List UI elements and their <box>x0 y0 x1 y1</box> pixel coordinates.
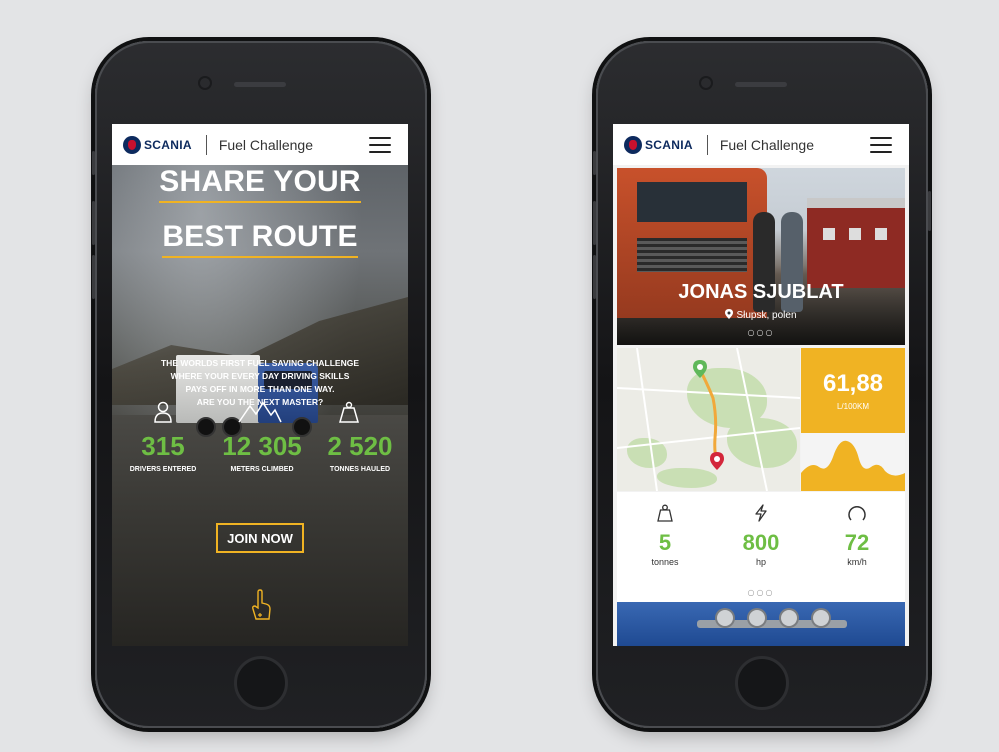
fuel-score-unit: L/100KM <box>836 402 870 411</box>
join-now-button[interactable]: JOIN NOW <box>216 523 304 553</box>
driver-location: Słupsk, polen <box>617 309 905 321</box>
background-building <box>807 198 905 288</box>
stat-tonnes: 2 520 TONNES HAULED <box>315 432 405 473</box>
truck-lamp <box>717 610 733 626</box>
power-button <box>928 191 931 231</box>
spec-weight: 5 tonnes <box>617 504 713 567</box>
profile-pager-dots[interactable]: ○○○ <box>617 328 905 337</box>
griffin-badge-icon <box>123 135 141 154</box>
stat-value: 315 <box>141 431 185 461</box>
specs-pager-dots[interactable]: ○○○ <box>617 588 905 597</box>
hamburger-menu-icon[interactable] <box>369 136 391 153</box>
truck-lamp <box>781 610 797 626</box>
app-title: Fuel Challenge <box>218 136 313 153</box>
brand-name: SCANIA <box>645 137 693 152</box>
volume-down-button <box>593 255 596 299</box>
truck-lamp <box>749 610 765 626</box>
spec-horsepower: 800 hp <box>713 504 809 567</box>
hero-title-line2: BEST ROUTE <box>112 220 408 258</box>
top-nav-bar: SCANIA Fuel Challenge <box>613 124 909 165</box>
building-window <box>823 228 835 240</box>
speedometer-icon <box>848 505 866 521</box>
elevation-profile <box>801 433 905 491</box>
front-camera <box>200 78 210 88</box>
driver-profile-card[interactable]: JONAS SJUBLAT Słupsk, polen ○○○ <box>617 168 905 345</box>
route-line <box>617 348 800 491</box>
location-pin-icon <box>725 309 734 319</box>
home-button[interactable] <box>735 656 789 710</box>
mute-switch <box>92 151 95 175</box>
earpiece-speaker <box>735 82 787 87</box>
driver-name: JONAS SJUBLAT <box>678 281 844 303</box>
truck-lamp <box>813 610 829 626</box>
hamburger-menu-icon[interactable] <box>870 136 892 153</box>
route-start-pin-icon[interactable] <box>693 360 707 378</box>
fuel-score-value: 61,88 <box>822 370 884 397</box>
spec-speed: 72 km/h <box>809 504 905 567</box>
weight-icon <box>657 504 673 522</box>
spec-unit: tonnes <box>651 557 679 567</box>
scania-logo[interactable]: SCANIA <box>624 135 693 154</box>
hero-section: SHARE YOUR BEST ROUTE THE WORLDS FIRST F… <box>112 165 408 646</box>
spec-unit: km/h <box>847 557 867 567</box>
app-title: Fuel Challenge <box>719 136 814 153</box>
volume-up-button <box>92 201 95 245</box>
volume-up-button <box>593 201 596 245</box>
spec-value: 72 <box>844 530 870 555</box>
stat-drivers: 315 DRIVERS ENTERED <box>120 432 206 473</box>
earpiece-speaker <box>234 82 286 87</box>
scania-logo[interactable]: SCANIA <box>123 135 192 154</box>
truck-specs-card: 5 tonnes 800 hp 72 km/h ○○○ <box>617 492 905 602</box>
home-button[interactable] <box>234 656 288 710</box>
griffin-badge-icon <box>624 135 642 154</box>
building-window <box>875 228 887 240</box>
spec-unit: hp <box>755 557 766 567</box>
swipe-up-hand-icon[interactable] <box>250 589 272 623</box>
stat-label: DRIVERS ENTERED <box>129 466 197 473</box>
spec-value: 800 <box>742 530 780 555</box>
fuel-score-panel: 61,88 L/100KM <box>801 348 905 491</box>
phone-left: SCANIA Fuel Challenge SHARE YOUR BEST RO… <box>92 41 427 728</box>
mute-switch <box>593 151 596 175</box>
mountains-icon <box>238 401 282 423</box>
nav-divider <box>706 134 708 155</box>
next-post-card[interactable] <box>617 602 905 646</box>
route-map[interactable] <box>617 348 800 491</box>
stat-label: METERS CLIMBED <box>230 466 294 473</box>
elevation-chart <box>801 440 905 491</box>
hero-title-line1: SHARE YOUR <box>112 165 408 203</box>
route-end-pin-icon[interactable] <box>710 452 724 470</box>
lightning-icon <box>755 504 767 522</box>
stat-meters: 12 305 METERS CLIMBED <box>214 432 310 473</box>
person-icon <box>154 401 172 423</box>
stat-value: 2 520 <box>327 431 393 461</box>
top-nav-bar: SCANIA Fuel Challenge <box>112 124 408 165</box>
screen-driver-profile: SCANIA Fuel Challenge JONAS SJUBLAT Słup… <box>613 124 909 646</box>
phone-right: SCANIA Fuel Challenge JONAS SJUBLAT Słup… <box>593 41 931 728</box>
building-window <box>849 228 861 240</box>
screen-home: SCANIA Fuel Challenge SHARE YOUR BEST RO… <box>112 124 408 646</box>
volume-down-button <box>92 255 95 299</box>
stat-value: 12 305 <box>222 431 302 461</box>
spec-value: 5 <box>658 530 672 555</box>
weight-icon <box>339 401 359 423</box>
nav-divider <box>205 134 207 155</box>
stat-label: TONNES HAULED <box>329 466 391 473</box>
brand-name: SCANIA <box>144 137 192 152</box>
front-camera <box>701 78 711 88</box>
